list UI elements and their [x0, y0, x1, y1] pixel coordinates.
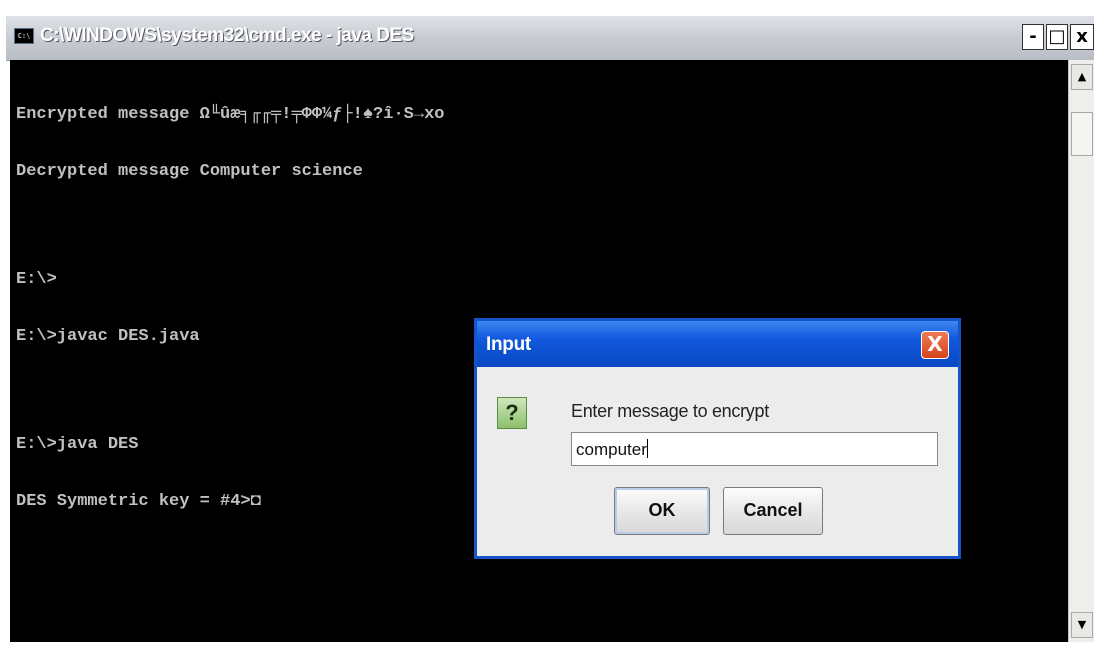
- dialog-prompt: Enter message to encrypt: [571, 401, 769, 421]
- ok-button[interactable]: OK: [614, 487, 710, 535]
- scroll-thumb[interactable]: [1071, 112, 1093, 156]
- question-icon: ?: [497, 397, 527, 429]
- message-input-value: computer: [576, 440, 647, 459]
- maximize-button[interactable]: □: [1046, 24, 1068, 50]
- dialog-title: Input: [486, 334, 531, 355]
- dialog-close-button[interactable]: X: [921, 331, 949, 359]
- console-line-java: E:\>java DES: [16, 435, 139, 454]
- input-dialog: Input X ? Enter message to encrypt compu…: [474, 318, 961, 559]
- scroll-up-icon[interactable]: ▲: [1071, 64, 1093, 90]
- console-line-decrypted: Decrypted message Computer science: [16, 162, 363, 181]
- console-line-key: DES Symmetric key = #4>◘: [16, 492, 261, 511]
- console-text: Encrypted message Ω╙ûæ╕╓╓╤!╤ΦΦ¼ƒ├!♠?î·S→…: [16, 67, 444, 549]
- cancel-button[interactable]: Cancel: [723, 487, 823, 535]
- console-line-prompt: E:\>: [16, 270, 57, 289]
- cmd-app-icon[interactable]: C:\: [14, 28, 34, 44]
- message-input[interactable]: computer: [571, 432, 938, 466]
- console-line-javac: E:\>javac DES.java: [16, 327, 200, 346]
- scroll-down-icon[interactable]: ▼: [1071, 612, 1093, 638]
- close-button[interactable]: x: [1070, 24, 1094, 50]
- window-title: C:\WINDOWS\system32\cmd.exe - java DES: [40, 25, 414, 46]
- console-line-encrypted: Encrypted message Ω╙ûæ╕╓╓╤!╤ΦΦ¼ƒ├!♠?î·S→…: [16, 105, 445, 124]
- text-caret: [646, 439, 648, 458]
- minimize-button[interactable]: -: [1022, 24, 1044, 50]
- vertical-scrollbar[interactable]: ▲ ▼: [1068, 60, 1094, 642]
- cmd-window: C:\ C:\WINDOWS\system32\cmd.exe - java D…: [0, 0, 1096, 647]
- window-titlebar[interactable]: C:\ C:\WINDOWS\system32\cmd.exe - java D…: [6, 16, 1094, 61]
- dialog-titlebar[interactable]: Input X: [477, 321, 958, 367]
